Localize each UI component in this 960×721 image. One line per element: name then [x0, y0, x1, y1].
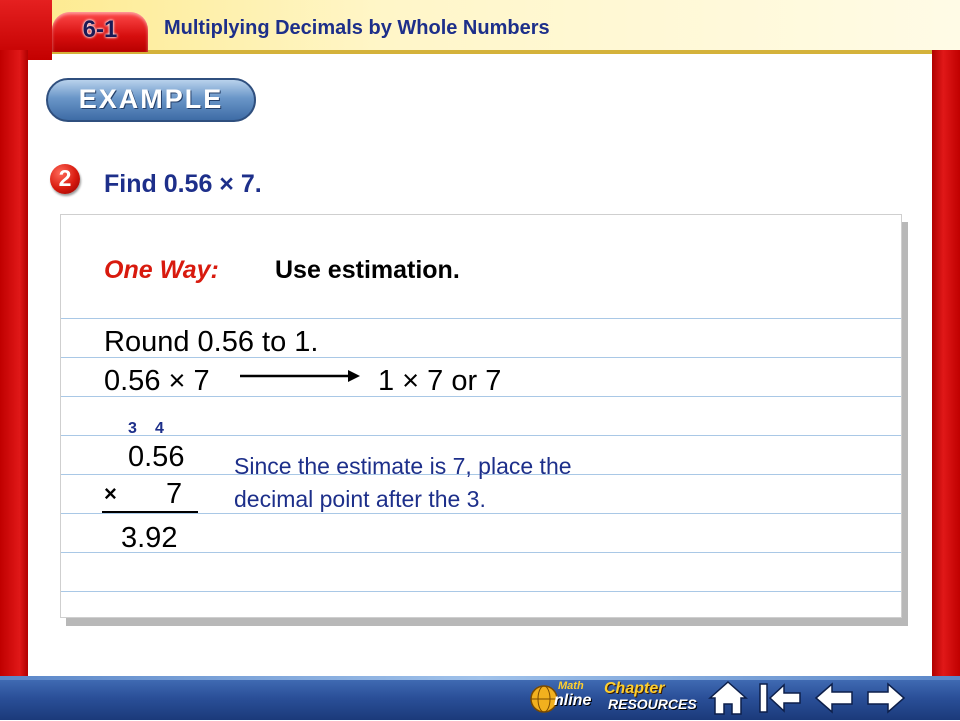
paper-rule	[61, 318, 901, 319]
math-online-top: Math	[558, 680, 584, 692]
method-label: One Way:	[104, 256, 219, 284]
first-slide-button[interactable]	[758, 680, 801, 716]
expression-left: 0.56 × 7	[104, 365, 210, 397]
paper-rule	[61, 435, 901, 436]
math-online-button[interactable]: Math nline	[530, 678, 592, 718]
carry-digit: 3	[128, 420, 137, 437]
home-button[interactable]	[708, 680, 748, 716]
product: 3.92	[121, 522, 178, 554]
chapter-resources-button[interactable]: Chapter RESOURCES	[604, 680, 697, 716]
math-online-bottom: nline	[554, 692, 592, 709]
paper-rule	[61, 591, 901, 592]
method-description: Use estimation.	[275, 256, 460, 284]
factor-one: 0.56	[128, 441, 185, 473]
example-label: EXAMPLE	[78, 84, 224, 114]
lesson-title: Multiplying Decimals by Whole Numbers	[164, 17, 550, 39]
skip-back-icon	[759, 683, 801, 713]
factor-two: 7	[166, 478, 183, 510]
expression-right: 1 × 7 or 7	[378, 365, 502, 397]
next-slide-button[interactable]	[866, 680, 906, 716]
lesson-number: 6-1	[82, 16, 118, 43]
explanation-text: Since the estimate is 7, place the decim…	[234, 453, 572, 512]
arrow-right-icon	[867, 682, 906, 714]
paper-rule	[61, 552, 901, 553]
arrow-left-icon	[814, 682, 853, 714]
chapter-resources-bottom: RESOURCES	[608, 696, 697, 712]
round-text: Round 0.56 to 1.	[104, 326, 319, 358]
previous-slide-button[interactable]	[814, 680, 854, 716]
right-arrow-icon	[240, 370, 360, 382]
product-line	[102, 511, 198, 513]
problem-title: Find 0.56 × 7.	[104, 170, 262, 198]
carry-digit: 4	[155, 420, 164, 437]
problem-number: 2	[58, 165, 72, 191]
home-icon	[708, 680, 748, 715]
times-sign: ×	[104, 481, 117, 506]
right-red-bar	[932, 50, 960, 720]
left-red-bar	[0, 50, 28, 720]
